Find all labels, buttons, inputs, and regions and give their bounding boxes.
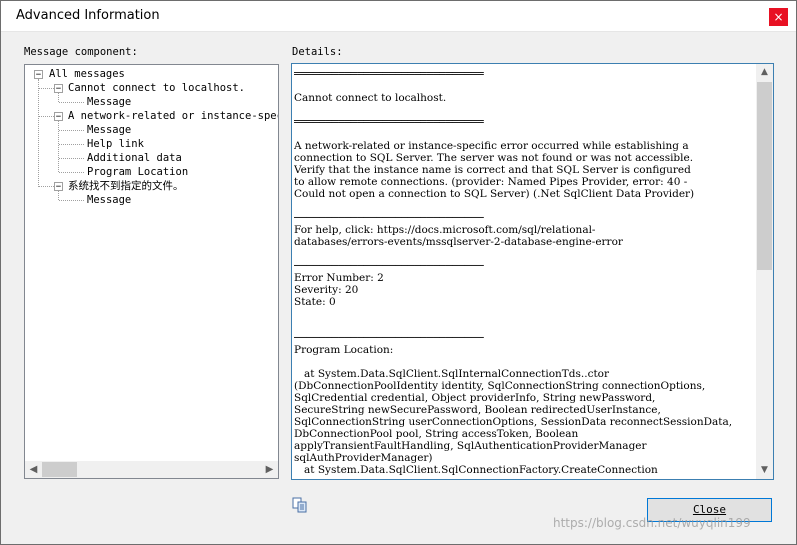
details-line: Verify that the instance name is correct… bbox=[294, 164, 691, 176]
tree-item-cannot[interactable]: Cannot connect to localhost. bbox=[68, 82, 245, 95]
details-line: Program Location: bbox=[294, 344, 394, 356]
tree-connector bbox=[58, 191, 59, 200]
scroll-thumb[interactable] bbox=[42, 462, 77, 477]
copy-icon[interactable] bbox=[292, 497, 308, 513]
details-line: Severity: 20 bbox=[294, 284, 359, 296]
details-line bbox=[294, 128, 756, 140]
tree-item-network[interactable]: A network-related or instance-specific e… bbox=[68, 110, 278, 123]
tree-connector bbox=[39, 186, 54, 187]
details-line: ══════════════════════════════ bbox=[294, 68, 484, 80]
details-line: A network-related or instance-specific e… bbox=[294, 140, 689, 152]
scroll-down-icon[interactable]: ▼ bbox=[756, 462, 773, 479]
collapse-icon[interactable]: − bbox=[34, 70, 43, 80]
tree-connector bbox=[39, 88, 54, 89]
details-line bbox=[294, 320, 756, 332]
tree-connector bbox=[59, 102, 84, 103]
details-line: SqlConnectionString userConnectionOption… bbox=[294, 416, 733, 428]
tree-connector bbox=[58, 93, 59, 102]
tree-horizontal-scrollbar[interactable]: ◀ ▶ bbox=[25, 461, 278, 478]
details-line: SecureString newSecurePassword, Boolean … bbox=[294, 404, 661, 416]
collapse-icon[interactable]: − bbox=[54, 84, 63, 94]
details-textbox[interactable]: ══════════════════════════════ Cannot con… bbox=[291, 63, 774, 480]
details-line: applyTransientFaultHandling, SqlAuthenti… bbox=[294, 440, 647, 452]
details-content: ══════════════════════════════ Cannot con… bbox=[294, 68, 756, 478]
details-line: State: 0 bbox=[294, 296, 336, 308]
details-line: Could not open a connection to SQL Serve… bbox=[294, 188, 695, 200]
details-line: databases/errors-events/mssqlserver-2-da… bbox=[294, 236, 623, 248]
details-line bbox=[294, 200, 756, 212]
details-label: Details: bbox=[292, 46, 343, 58]
collapse-icon[interactable]: − bbox=[54, 112, 63, 122]
tree-item-network-loc[interactable]: Program Location bbox=[87, 166, 188, 179]
window-title: Advanced Information bbox=[16, 8, 160, 23]
details-line: sqlAuthProviderManager) bbox=[294, 452, 433, 464]
details-vertical-scrollbar[interactable]: ▲ ▼ bbox=[756, 64, 773, 479]
advanced-information-dialog: Advanced Information × Message component… bbox=[0, 0, 797, 545]
tree-item-sys[interactable]: 系统找不到指定的文件。 bbox=[68, 180, 184, 193]
message-tree[interactable]: − All messages − Cannot connect to localhos… bbox=[24, 64, 279, 479]
tree-connector bbox=[59, 172, 84, 173]
tree-viewport: − All messages − Cannot connect to localhos… bbox=[25, 65, 278, 461]
tree-item-network-help[interactable]: Help link bbox=[87, 138, 144, 151]
details-line: For help, click: https://docs.microsoft.… bbox=[294, 224, 596, 236]
message-component-label: Message component: bbox=[24, 46, 138, 58]
details-line bbox=[294, 356, 756, 368]
details-line: (DbConnectionPoolIdentity identity, SqlC… bbox=[294, 380, 706, 392]
details-line: at System.Data.SqlClient.SqlConnectionFa… bbox=[294, 464, 658, 476]
watermark: https://blog.csdn.net/wuyqlin199 bbox=[553, 516, 751, 530]
details-line: at System.Data.SqlClient.SqlInternalConn… bbox=[294, 368, 610, 380]
tree-connector bbox=[38, 79, 39, 187]
details-line: SqlCredential credential, Object provide… bbox=[294, 392, 656, 404]
details-line: Cannot connect to localhost. bbox=[294, 92, 447, 104]
details-line: ────────────────────────────── bbox=[294, 260, 484, 272]
details-line bbox=[294, 248, 756, 260]
details-line bbox=[294, 104, 756, 116]
tree-connector bbox=[39, 116, 54, 117]
title-bar: Advanced Information × bbox=[1, 1, 796, 32]
details-line: to allow remote connections. (provider: … bbox=[294, 176, 688, 188]
tree-item-cannot-msg[interactable]: Message bbox=[87, 96, 131, 109]
scroll-right-icon[interactable]: ▶ bbox=[261, 461, 278, 478]
details-line bbox=[294, 308, 756, 320]
details-line bbox=[294, 80, 756, 92]
tree-item-sys-msg[interactable]: Message bbox=[87, 194, 131, 207]
tree-item-network-msg[interactable]: Message bbox=[87, 124, 131, 137]
tree-connector bbox=[59, 130, 84, 131]
details-line: ────────────────────────────── bbox=[294, 212, 484, 224]
details-line: ────────────────────────────── bbox=[294, 332, 484, 344]
details-line: ══════════════════════════════ bbox=[294, 116, 484, 128]
tree-item-all[interactable]: All messages bbox=[49, 68, 125, 81]
tree-connector bbox=[58, 121, 59, 172]
details-line: DbConnectionPool pool, String accessToke… bbox=[294, 428, 579, 440]
tree-connector bbox=[59, 144, 84, 145]
collapse-icon[interactable]: − bbox=[54, 182, 63, 192]
close-x-icon[interactable]: × bbox=[769, 8, 788, 26]
tree-connector bbox=[59, 200, 84, 201]
scroll-thumb[interactable] bbox=[757, 82, 772, 270]
scroll-up-icon[interactable]: ▲ bbox=[756, 64, 773, 81]
tree-connector bbox=[59, 158, 84, 159]
details-line: Error Number: 2 bbox=[294, 272, 384, 284]
tree-item-network-data[interactable]: Additional data bbox=[87, 152, 182, 165]
details-line: connection to SQL Server. The server was… bbox=[294, 152, 694, 164]
scroll-left-icon[interactable]: ◀ bbox=[25, 461, 42, 478]
